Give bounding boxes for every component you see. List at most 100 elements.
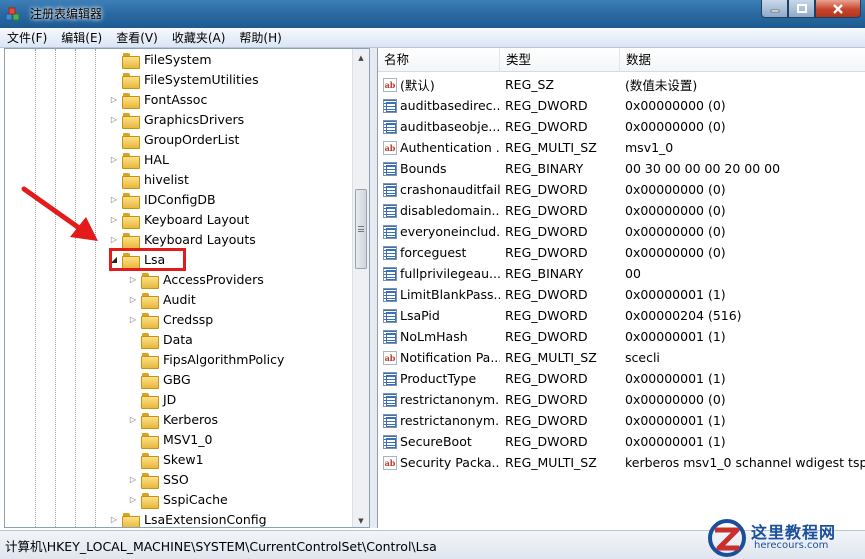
table-row[interactable]: ab Authentication ... REG_MULTI_SZ msv1_0 [378, 137, 865, 158]
tree-item[interactable]: ▷ HAL [109, 150, 171, 170]
scroll-up-icon[interactable]: ▲ [353, 49, 369, 66]
expand-arrow-icon[interactable]: ▷ [128, 470, 138, 490]
tree-item[interactable]: ▷ Audit [128, 290, 198, 310]
expand-arrow-icon[interactable]: ▷ [109, 190, 119, 210]
pane-splitter[interactable] [370, 48, 377, 528]
value-name: NoLmHash [400, 329, 468, 344]
tree-item[interactable]: Skew1 [128, 450, 206, 470]
value-type: REG_BINARY [505, 266, 584, 281]
value-name-cell: ab Authentication ... [378, 140, 500, 155]
table-row[interactable]: fullprivilegeau... REG_BINARY 00 [378, 263, 865, 284]
folder-icon [122, 153, 140, 169]
expand-arrow-icon[interactable]: ▷ [109, 510, 119, 527]
tree-item[interactable]: ▷ Keyboard Layouts [109, 230, 258, 250]
tree-item[interactable]: FileSystem [109, 50, 214, 70]
binary-value-icon [383, 434, 397, 449]
expand-arrow-icon[interactable]: ▷ [128, 270, 138, 290]
value-name-cell: auditbasedirec... [378, 98, 500, 113]
table-row[interactable]: auditbaseobje... REG_DWORD 0x00000000 (0) [378, 116, 865, 137]
table-row[interactable]: restrictanonym... REG_DWORD 0x00000001 (1) [378, 410, 865, 431]
menu-favorites[interactable]: 收藏夹(A) [165, 28, 233, 48]
tree-item[interactable]: FipsAlgorithmPolicy [128, 350, 286, 370]
tree-item[interactable]: ▷ GraphicsDrivers [109, 110, 246, 130]
table-row[interactable]: NoLmHash REG_DWORD 0x00000001 (1) [378, 326, 865, 347]
expand-arrow-icon[interactable]: ▷ [128, 410, 138, 430]
menu-view[interactable]: 查看(V) [109, 28, 165, 48]
tree-item[interactable]: ▷ FontAssoc [109, 90, 209, 110]
menu-help[interactable]: 帮助(H) [232, 28, 288, 48]
table-row[interactable]: LimitBlankPass... REG_DWORD 0x00000001 (1) [378, 284, 865, 305]
tree-item[interactable]: ▷ Credssp [128, 310, 215, 330]
table-row[interactable]: disabledomain... REG_DWORD 0x00000000 (0) [378, 200, 865, 221]
tree-item[interactable]: GBG [128, 370, 193, 390]
tree-item[interactable]: JD [128, 390, 178, 410]
values-list-pane[interactable]: 名称 类型 数据 ab (默认) REG_SZ (数值未设置) auditbasedir… [377, 48, 865, 528]
folder-icon [141, 393, 159, 409]
tree-item[interactable]: ▷ Keyboard Layout [109, 210, 251, 230]
close-button[interactable] [815, 0, 861, 18]
column-header-name[interactable]: 名称 [378, 48, 500, 72]
tree-item[interactable]: GroupOrderList [109, 130, 241, 150]
tree-item-label: GroupOrderList [144, 132, 240, 147]
tree-item-label: Audit [163, 292, 196, 307]
tree-item[interactable]: ▷ IDConfigDB [109, 190, 218, 210]
expand-arrow-icon[interactable]: ▷ [128, 310, 138, 330]
folder-icon [122, 513, 140, 527]
minimize-button[interactable] [761, 0, 788, 18]
folder-icon [122, 233, 140, 249]
column-header-data[interactable]: 数据 [620, 48, 865, 72]
expand-arrow-icon[interactable]: ▷ [109, 110, 119, 130]
window-title: 注册表编辑器 [30, 7, 103, 21]
table-row[interactable]: ab (默认) REG_SZ (数值未设置) [378, 74, 865, 95]
tree-item[interactable]: ▷ Kerberos [128, 410, 220, 430]
string-value-icon: ab [383, 455, 397, 470]
tree-item[interactable]: FileSystemUtilities [109, 70, 261, 90]
table-row[interactable]: crashonauditfail REG_DWORD 0x00000000 (0) [378, 179, 865, 200]
value-name: SecureBoot [400, 434, 472, 449]
tree-item[interactable]: hivelist [109, 170, 191, 190]
value-name: everyoneinclud... [400, 224, 500, 239]
value-name: fullprivilegeau... [400, 266, 500, 281]
table-row[interactable]: restrictanonym... REG_DWORD 0x00000000 (0) [378, 389, 865, 410]
table-row[interactable]: forceguest REG_DWORD 0x00000000 (0) [378, 242, 865, 263]
menu-file[interactable]: 文件(F) [0, 28, 54, 48]
folder-icon [141, 493, 159, 509]
expand-arrow-icon[interactable]: ▷ [109, 230, 119, 250]
tree-item[interactable]: MSV1_0 [128, 430, 214, 450]
expand-arrow-icon[interactable]: ▷ [128, 490, 138, 510]
expand-arrow-icon[interactable]: ▷ [109, 210, 119, 230]
table-row[interactable]: Bounds REG_BINARY 00 30 00 00 00 20 00 00 [378, 158, 865, 179]
value-name-cell: crashonauditfail [378, 182, 500, 197]
tree-item[interactable]: ▷ SspiCache [128, 490, 230, 510]
scrollbar-thumb[interactable] [355, 189, 367, 269]
tree-vertical-scrollbar[interactable]: ▲ ▼ [352, 49, 369, 527]
column-header-type[interactable]: 类型 [500, 48, 620, 72]
table-row[interactable]: everyoneinclud... REG_DWORD 0x00000000 (0) [378, 221, 865, 242]
menu-edit[interactable]: 编辑(E) [54, 28, 109, 48]
table-row[interactable]: ProductType REG_DWORD 0x00000001 (1) [378, 368, 865, 389]
tree-item[interactable]: ▷ LsaExtensionConfig [109, 510, 269, 527]
table-row[interactable]: auditbasedirec... REG_DWORD 0x00000000 (0) [378, 95, 865, 116]
expand-arrow-icon[interactable]: ▷ [109, 90, 119, 110]
tree-item[interactable]: Data [128, 330, 195, 350]
table-row[interactable]: LsaPid REG_DWORD 0x00000204 (516) [378, 305, 865, 326]
value-name-cell: restrictanonym... [378, 413, 500, 428]
binary-value-icon [383, 308, 397, 323]
table-row[interactable]: ab Notification Pa... REG_MULTI_SZ scecli [378, 347, 865, 368]
scroll-down-icon[interactable]: ▼ [353, 512, 369, 527]
expand-arrow-icon[interactable]: ▷ [128, 290, 138, 310]
registry-tree-pane[interactable]: FileSystem FileSystemUtilities ▷ FontAssoc ▷… [4, 48, 370, 528]
expand-arrow-icon[interactable]: ▷ [109, 150, 119, 170]
tree-item[interactable]: ▷ AccessProviders [128, 270, 266, 290]
table-row[interactable]: ab Security Packa... REG_MULTI_SZ kerberos … [378, 452, 865, 473]
maximize-button[interactable] [788, 0, 815, 18]
table-row[interactable]: SecureBoot REG_DWORD 0x00000001 (1) [378, 431, 865, 452]
folder-icon [122, 213, 140, 229]
string-value-icon: ab [383, 77, 397, 92]
folder-icon [141, 293, 159, 309]
tree-item[interactable]: ▷ SSO [128, 470, 191, 490]
value-name: Notification Pa... [400, 350, 500, 365]
